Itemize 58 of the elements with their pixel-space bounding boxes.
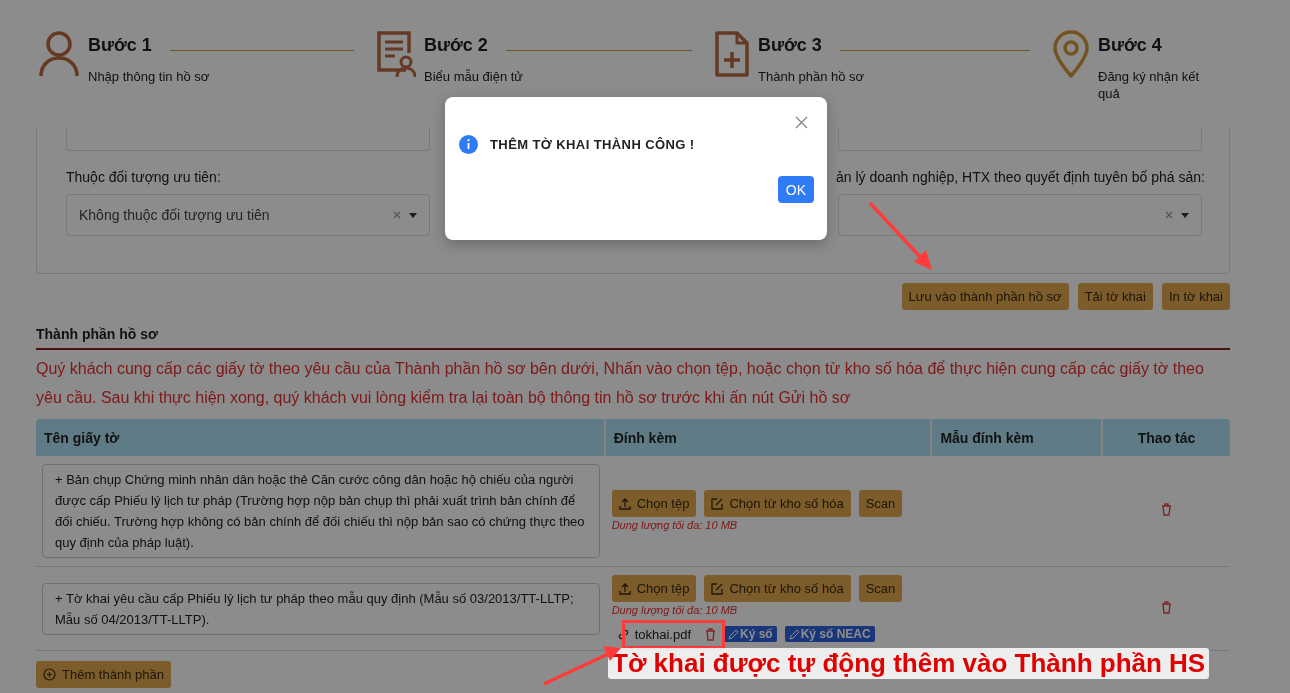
pen-icon: [728, 628, 739, 640]
document-plus-icon: [714, 30, 750, 78]
attach-button[interactable]: Chọn từ kho số hóa: [704, 575, 851, 602]
attach-button[interactable]: Chọn từ kho số hóa: [704, 490, 851, 517]
form-action-button[interactable]: In tờ khai: [1161, 283, 1230, 310]
column-header: Tên giấy tờ: [36, 419, 606, 456]
attach-button[interactable]: Scan: [858, 575, 903, 602]
size-note: Dung lượng tối đa: 10 MB: [611, 519, 739, 532]
add-component-button[interactable]: Thêm thành phần: [36, 661, 171, 688]
upload-icon: [618, 582, 631, 595]
clear-icon: [393, 211, 401, 219]
step-title: Bước 2: [424, 35, 488, 56]
file-link[interactable]: tokhai.pdf: [611, 626, 697, 642]
step-title: Bước 4: [1098, 35, 1162, 56]
info-icon: [459, 135, 478, 154]
plus-circle-icon: [43, 668, 56, 681]
column-header: Thao tác: [1103, 419, 1230, 456]
form-action-button[interactable]: Lưu vào thành phần hồ sơ: [901, 283, 1069, 310]
caret-icon: [1181, 212, 1189, 218]
edit-icon: [711, 582, 724, 595]
section-title: Thành phần hồ sơ: [36, 326, 1230, 350]
step-title: Bước 3: [758, 35, 822, 56]
clear-icon: [1165, 211, 1173, 219]
column-header: Đính kèm: [605, 419, 933, 456]
sign-button[interactable]: Ký số: [724, 626, 777, 642]
step-subtitle: Đăng ký nhận kết quả: [1098, 68, 1201, 102]
select-field[interactable]: Không thuộc đối tượng ưu tiên: [66, 194, 430, 236]
annotation-text: Tờ khai được tự động thêm vào Thành phần HS: [608, 648, 1210, 679]
trash-icon: [705, 627, 716, 641]
pen-icon: [788, 628, 800, 640]
step-title: Bước 1: [88, 35, 152, 56]
caret-icon: [409, 212, 417, 218]
document-name: + Tờ khai yêu cầu cấp Phiếu lý lịch tư pháp theo mẫu quy định (Mẫu số 03/2013/TT-LLTP; Mẫu số 04/2013/TT-LLTP).: [42, 582, 600, 635]
step-subtitle: Thành phần hồ sơ: [758, 68, 866, 85]
location-pin-icon: [1052, 30, 1090, 78]
step-subtitle: Nhập thông tin hồ sơ: [88, 68, 211, 85]
field-label: ản lý doanh nghiệp, HTX theo quyết định tuyên bố phá sản:: [836, 169, 1202, 185]
sign-button[interactable]: Ký số NEAC: [784, 626, 875, 642]
document-person-icon: [376, 30, 416, 78]
attach-button[interactable]: Scan: [858, 490, 903, 517]
size-note: Dung lượng tối đa: 10 MB: [611, 604, 739, 617]
step-subtitle: Biểu mẫu điện tử: [424, 68, 525, 85]
trash-icon[interactable]: [1161, 600, 1173, 614]
link-icon: [617, 628, 629, 640]
form-action-button[interactable]: Tải tờ khai: [1077, 283, 1153, 310]
upload-icon: [618, 497, 631, 510]
field-label: Thuộc đối tượng ưu tiên:: [66, 169, 222, 185]
attach-button[interactable]: Chọn tệp: [611, 575, 697, 602]
column-header: Mẫu đính kèm: [932, 419, 1104, 456]
ok-button[interactable]: OK: [777, 176, 814, 203]
instruction-text: Quý khách cung cấp các giấy tờ theo yêu cầu của Thành phần hồ sơ bên dưới, Nhấn vào chọn tệp, hoặc chọn từ kho số hóa để thực hiện cung cấp các giấy tờ theo yêu cầu. Sau khi thực hiện xong, quý khách vui lòng kiểm tra lại toàn bộ thông tin hồ sơ trước khi ấn nút Gửi hồ sơ: [36, 359, 1205, 408]
edit-icon: [711, 497, 724, 510]
attach-button[interactable]: Chọn tệp: [611, 490, 697, 517]
document-name: + Bản chụp Chứng minh nhân dân hoặc thẻ Căn cước công dân hoặc hộ chiếu của người được cấp Phiếu lý lịch tư pháp (Trường hợp nộp bản chụp thì phải xuất trình bản chính để đối chiếu. Trường hợp không có bản chính để đối chiếu thì nộp bản sao có chứng thực theo quy định của pháp luật).: [42, 464, 600, 558]
dialog-message: THÊM TỜ KHAI THÀNH CÔNG !: [490, 137, 695, 152]
person-icon: [38, 30, 80, 78]
close-icon[interactable]: [795, 116, 808, 129]
trash-icon[interactable]: [1161, 503, 1173, 516]
